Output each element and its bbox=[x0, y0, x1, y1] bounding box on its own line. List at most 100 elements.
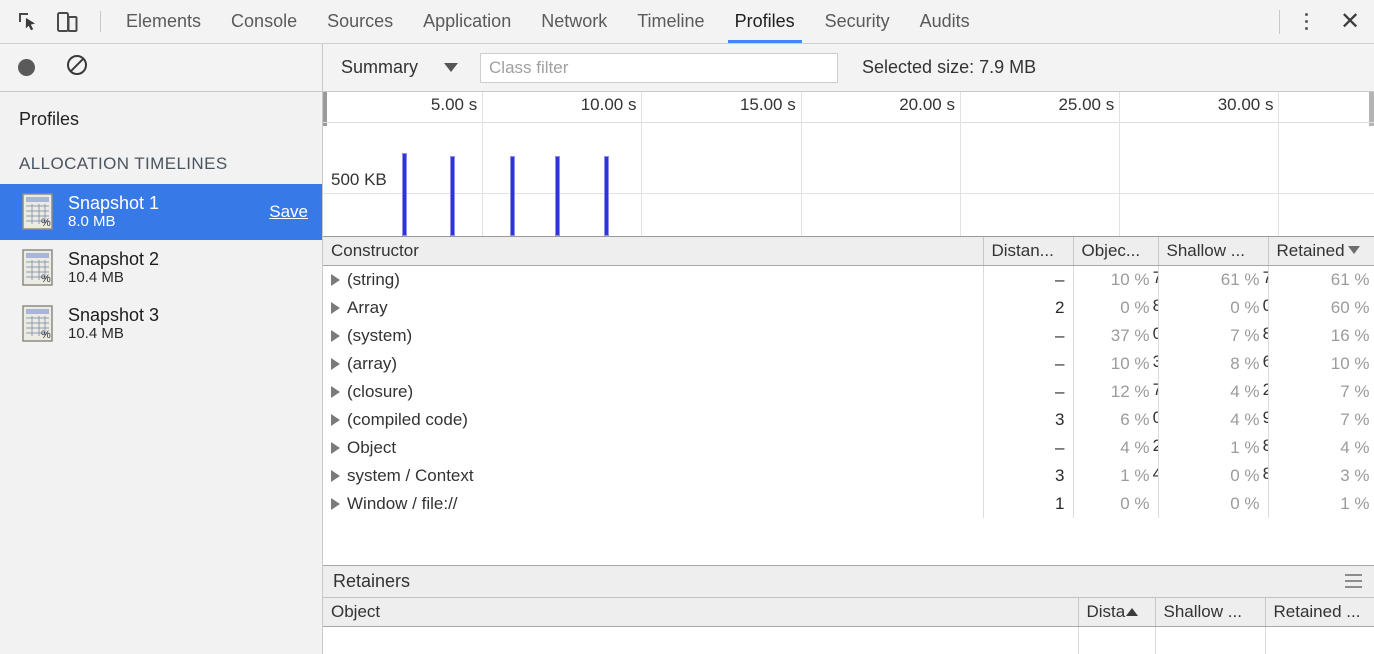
close-icon[interactable]: ✕ bbox=[1326, 0, 1374, 44]
chart-gridline-horizontal bbox=[323, 193, 1374, 194]
table-row[interactable]: (array)–10 %328 %6810 % bbox=[323, 349, 1374, 378]
allocation-bar[interactable] bbox=[555, 156, 561, 236]
tab-console[interactable]: Console bbox=[216, 0, 312, 43]
chart-x-tick-label: 10.00 s bbox=[580, 95, 637, 114]
allocation-bar[interactable] bbox=[510, 156, 516, 236]
chart-x-tick-label: 5.00 s bbox=[430, 95, 478, 114]
column-header-distance[interactable]: Dista bbox=[1078, 597, 1156, 627]
cell-shallow: 0 %86 bbox=[1158, 461, 1269, 490]
table-row[interactable]: (system) –37 %007 %8016 % bbox=[323, 321, 1374, 350]
cell-objects-percent: 37 % bbox=[1110, 325, 1150, 345]
table-row[interactable]: system / Context 31 %440 %863 % bbox=[323, 461, 1374, 490]
cell-objects-percent: 0 % bbox=[1120, 493, 1150, 513]
expand-triangle-icon[interactable] bbox=[331, 413, 340, 426]
expand-triangle-icon[interactable] bbox=[331, 385, 340, 398]
sidebar-item-snapshot-1[interactable]: % Snapshot 1 8.0 MB Save bbox=[0, 184, 322, 240]
profiles-body: Profiles ALLOCATION TIMELINES % Snapshot… bbox=[0, 92, 1374, 654]
expand-triangle-icon[interactable] bbox=[331, 441, 340, 454]
expand-triangle-icon[interactable] bbox=[331, 469, 340, 482]
table-row[interactable]: (string) –10 %7261 %7261 % bbox=[323, 265, 1374, 294]
chart-gridline-vertical bbox=[1119, 92, 1121, 236]
retainers-empty-cell bbox=[1155, 626, 1266, 654]
cell-constructor: (compiled code) bbox=[323, 405, 984, 434]
expand-triangle-icon[interactable] bbox=[331, 497, 340, 510]
table-row[interactable]: (closure) –12 %724 %247 % bbox=[323, 377, 1374, 406]
retainers-empty-cell bbox=[323, 626, 1079, 654]
chart-scrollbar-right[interactable] bbox=[1369, 92, 1374, 126]
save-snapshot-link[interactable]: Save bbox=[269, 202, 308, 222]
kebab-menu-icon[interactable] bbox=[1286, 0, 1326, 44]
expand-triangle-icon[interactable] bbox=[331, 301, 340, 314]
chart-x-tick-label: 15.00 s bbox=[739, 95, 796, 114]
view-select[interactable]: Summary bbox=[341, 57, 459, 78]
sidebar-item-snapshot-2[interactable]: % Snapshot 2 10.4 MB bbox=[0, 240, 322, 296]
constructor-name: (array) bbox=[347, 353, 398, 373]
table-row[interactable]: Array 20 %880 %0860 % bbox=[323, 293, 1374, 322]
cell-distance: 2 bbox=[983, 293, 1074, 322]
cell-constructor: Array bbox=[323, 293, 984, 322]
cell-objects-percent: 4 % bbox=[1120, 437, 1150, 457]
tab-profiles[interactable]: Profiles bbox=[720, 0, 810, 43]
cell-shallow-percent: 0 % bbox=[1230, 493, 1260, 513]
clear-no-entry-icon[interactable] bbox=[66, 54, 88, 81]
cell-objects-percent: 10 % bbox=[1110, 269, 1150, 289]
chart-scrollbar-left[interactable] bbox=[323, 92, 327, 126]
allocation-bar[interactable] bbox=[449, 156, 455, 236]
table-row[interactable]: Window / file://10 %40 %41 % bbox=[323, 489, 1374, 518]
allocation-bar[interactable] bbox=[402, 153, 408, 236]
cell-objects: 10 %32 bbox=[1073, 349, 1159, 378]
column-header-objects-count[interactable]: Objec... bbox=[1073, 237, 1159, 266]
expand-triangle-icon[interactable] bbox=[331, 273, 340, 286]
profiles-toolbar: Summary Selected size: 7.9 MB bbox=[0, 44, 1374, 92]
expand-triangle-icon[interactable] bbox=[331, 357, 340, 370]
tab-elements[interactable]: Elements bbox=[111, 0, 216, 43]
cell-objects: 4 %20 bbox=[1073, 433, 1159, 462]
tab-security[interactable]: Security bbox=[810, 0, 905, 43]
class-filter-input[interactable] bbox=[480, 52, 839, 83]
table-row[interactable]: Object–4 %201 %884 % bbox=[323, 433, 1374, 462]
snapshot-name: Snapshot 2 bbox=[68, 248, 160, 269]
cell-objects: 0 %4 bbox=[1073, 489, 1159, 518]
cell-retained: 10 % bbox=[1268, 349, 1374, 378]
column-header-shallow-size[interactable]: Shallow ... bbox=[1158, 237, 1269, 266]
column-header-retained-size[interactable]: Retained bbox=[1268, 237, 1374, 266]
constructor-name: Object bbox=[347, 437, 397, 457]
allocation-timeline-chart[interactable]: 500 KB 5.00 s 10.00 s 15.00 s 20.00 s 25.00 s… bbox=[323, 92, 1374, 237]
inspect-element-icon[interactable] bbox=[8, 0, 48, 43]
cell-retained: 3 % bbox=[1268, 461, 1374, 490]
sidebar-item-snapshot-3[interactable]: % Snapshot 3 10.4 MB bbox=[0, 296, 322, 352]
toolbar-divider bbox=[100, 11, 101, 32]
tab-application[interactable]: Application bbox=[408, 0, 526, 43]
hamburger-menu-icon[interactable] bbox=[1345, 572, 1362, 590]
constructors-grid: Constructor Distan... Objec... Shallow .… bbox=[323, 237, 1374, 565]
record-circle-icon[interactable] bbox=[18, 59, 35, 76]
chart-x-tick-label: 25.00 s bbox=[1058, 95, 1115, 114]
column-header-constructor[interactable]: Constructor bbox=[323, 237, 984, 266]
expand-triangle-icon[interactable] bbox=[331, 329, 340, 342]
allocation-bar[interactable] bbox=[604, 156, 610, 236]
table-row[interactable]: (compiled code) 36 %044 %927 % bbox=[323, 405, 1374, 434]
cell-retained: 60 % bbox=[1268, 293, 1374, 322]
cell-shallow: 0 %4 bbox=[1158, 489, 1269, 518]
cell-constructor: (array) bbox=[323, 349, 984, 378]
cell-constructor: Object bbox=[323, 433, 984, 462]
cell-shallow-percent: 0 % bbox=[1230, 465, 1260, 485]
chevron-down-icon bbox=[444, 63, 459, 72]
tab-network[interactable]: Network bbox=[526, 0, 622, 43]
cell-shallow: 4 %92 bbox=[1158, 405, 1269, 434]
tab-label: Profiles bbox=[734, 11, 795, 31]
table-header-row: Object Dista Shallow ... Retained ... bbox=[323, 597, 1374, 627]
column-header-object[interactable]: Object bbox=[323, 597, 1079, 627]
tab-sources[interactable]: Sources bbox=[312, 0, 408, 43]
cell-constructor: (system) bbox=[323, 321, 984, 350]
tab-label: Application bbox=[423, 11, 512, 31]
snapshot-icon: % bbox=[22, 305, 54, 343]
column-header-shallow-size[interactable]: Shallow ... bbox=[1155, 597, 1266, 627]
retainers-empty-cell bbox=[1265, 626, 1374, 654]
device-toolbar-icon[interactable] bbox=[48, 0, 88, 43]
sidebar-section-allocation-timelines: ALLOCATION TIMELINES bbox=[19, 154, 228, 173]
tab-audits[interactable]: Audits bbox=[905, 0, 985, 43]
tab-timeline[interactable]: Timeline bbox=[622, 0, 719, 43]
column-header-retained-size[interactable]: Retained ... bbox=[1265, 597, 1374, 627]
column-header-distance[interactable]: Distan... bbox=[983, 237, 1074, 266]
